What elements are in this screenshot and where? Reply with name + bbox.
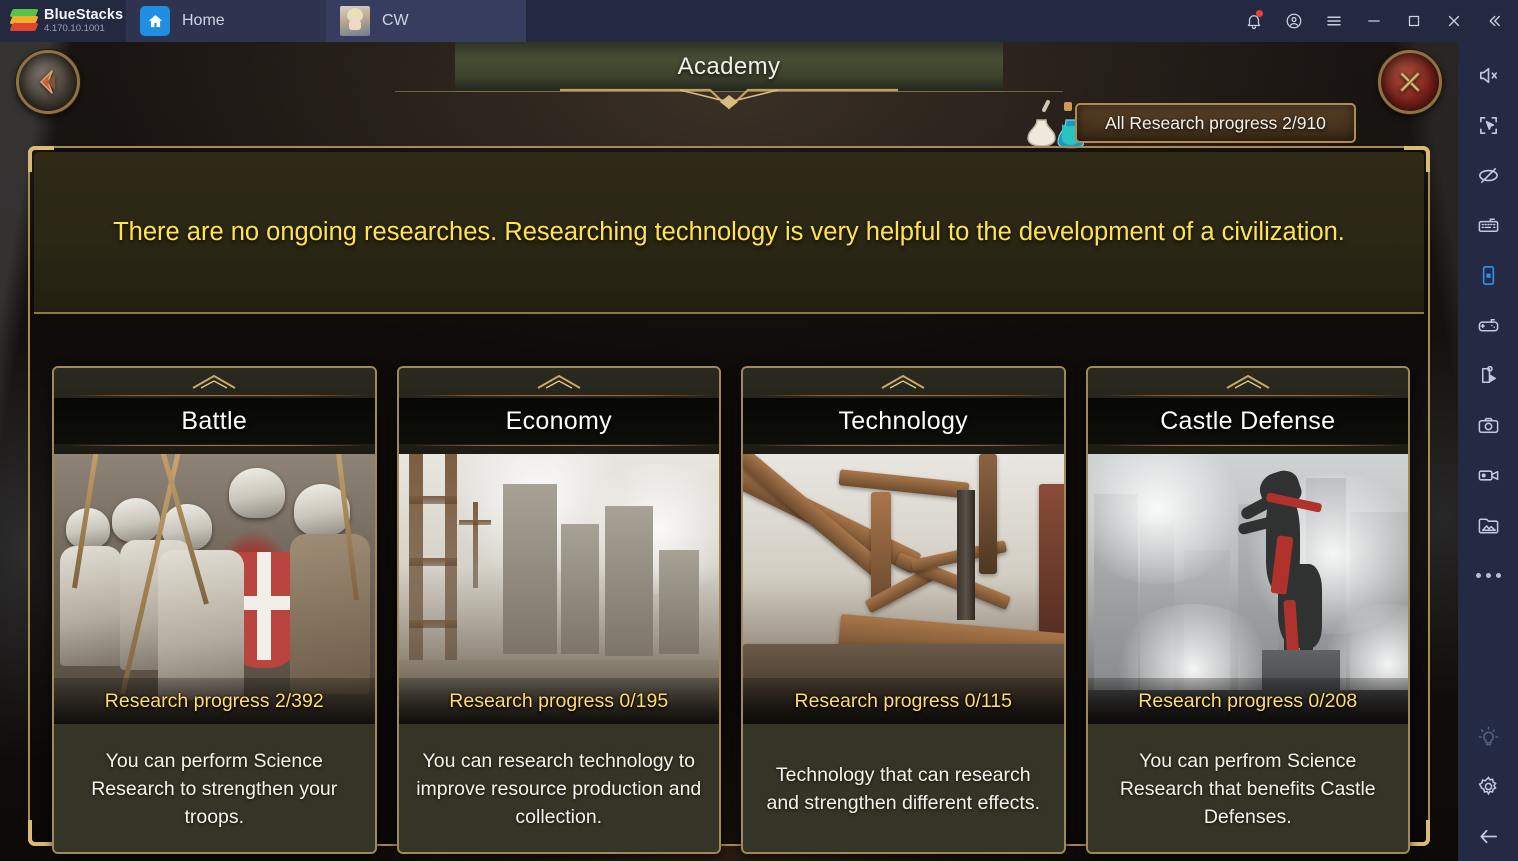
all-research-progress-chip[interactable]: All Research progress 2/910 [1075, 103, 1356, 143]
menu-button[interactable] [1314, 0, 1354, 42]
card-rule-top [68, 395, 368, 396]
card-economy-description: You can research technology to improve r… [398, 724, 719, 852]
card-technology-description: Technology that can research and strengt… [743, 724, 1064, 852]
brand-version: 4.170.10.1001 [44, 22, 105, 34]
titlebar-spacer [526, 0, 1234, 42]
academy-panel: There are no ongoing researches. Researc… [28, 146, 1430, 854]
card-economy[interactable]: Economy Research progress 0/195 You can … [396, 366, 721, 854]
rotate-phone-icon[interactable] [1458, 250, 1518, 300]
card-technology-art: Research progress 0/115 [743, 454, 1064, 724]
card-economy-title: Economy [398, 398, 719, 444]
corner-ornament-bl [28, 820, 54, 846]
tab-cw-label: CW [382, 12, 409, 29]
card-battle-progress-label: Research progress 2/392 [104, 689, 324, 712]
card-rule-top [757, 395, 1057, 396]
research-category-list: Battle Research progress 2/392 You can p… [52, 366, 1410, 858]
card-castle-defense-progress-label: Research progress 0/208 [1138, 689, 1358, 712]
card-economy-progress: Research progress 0/195 [398, 678, 719, 724]
close-x-icon [1399, 71, 1421, 93]
card-rule-bottom [1101, 445, 1402, 446]
card-battle-header: Battle [54, 368, 375, 454]
card-technology[interactable]: Technology Research progress 0/115 Techn… [741, 366, 1066, 854]
card-rule-bottom [68, 445, 368, 446]
card-battle-description: You can perform Science Research to stre… [54, 724, 375, 852]
gamepad-icon[interactable] [1458, 300, 1518, 350]
card-battle-title: Battle [54, 398, 375, 444]
back-arrow-gem-icon [39, 70, 56, 94]
card-rule-bottom [757, 445, 1057, 446]
account-button[interactable] [1274, 0, 1314, 42]
no-research-notice: There are no ongoing researches. Researc… [34, 152, 1424, 314]
card-castle-defense-art: Research progress 0/208 [1087, 454, 1408, 724]
card-ornament-icon [537, 374, 581, 389]
card-ornament-icon [1226, 374, 1270, 389]
card-battle-progress: Research progress 2/392 [54, 678, 375, 724]
home-icon [140, 6, 170, 36]
card-battle-art: Research progress 2/392 [54, 454, 375, 724]
card-castle-defense-header: Castle Defense [1087, 368, 1408, 454]
all-research-progress-label: All Research progress 2/910 [1105, 112, 1326, 133]
tab-home-label: Home [182, 12, 225, 29]
card-economy-art: Research progress 0/195 [398, 454, 719, 724]
titlebar: BlueStacks 4.170.10.1001 Home CW [0, 0, 1518, 42]
minimize-button[interactable] [1354, 0, 1394, 42]
card-technology-title: Technology [743, 398, 1064, 444]
close-button[interactable] [1434, 0, 1474, 42]
maximize-button[interactable] [1394, 0, 1434, 42]
card-ornament-icon [192, 374, 236, 389]
card-castle-defense-progress: Research progress 0/208 [1087, 678, 1408, 724]
bluestacks-logo-icon [9, 9, 39, 33]
card-rule-top [1101, 395, 1402, 396]
bluestacks-window: BlueStacks 4.170.10.1001 Home CW Academy… [0, 0, 1518, 861]
card-battle[interactable]: Battle Research progress 2/392 You can p… [52, 366, 377, 854]
notifications-button[interactable] [1234, 0, 1274, 42]
card-ornament-icon [881, 374, 925, 389]
brand-name: BlueStacks [44, 6, 124, 23]
page-title: Academy [677, 53, 781, 80]
card-technology-progress: Research progress 0/115 [743, 678, 1064, 724]
more-options-icon[interactable] [1458, 550, 1518, 600]
back-button[interactable] [16, 50, 80, 114]
collapse-toolbar-button[interactable] [1474, 0, 1514, 42]
titlebar-buttons [1234, 0, 1518, 42]
bluestacks-sidebar [1458, 0, 1518, 861]
card-rule-bottom [412, 445, 713, 446]
card-economy-progress-label: Research progress 0/195 [449, 689, 669, 712]
tab-home[interactable]: Home [126, 0, 326, 42]
app-avatar [340, 6, 370, 36]
macro-script-icon[interactable] [1458, 350, 1518, 400]
notification-badge [1256, 10, 1263, 17]
eye-off-icon[interactable] [1458, 150, 1518, 200]
settings-gear-icon[interactable] [1458, 761, 1518, 811]
card-technology-header: Technology [743, 368, 1064, 454]
card-economy-header: Economy [398, 368, 719, 454]
game-viewport: Academy All Research progress 2/910 Ther… [0, 42, 1458, 861]
bluestacks-brand: BlueStacks 4.170.10.1001 [0, 0, 126, 42]
card-castle-defense-title: Castle Defense [1087, 398, 1408, 444]
screen-record-icon[interactable] [1458, 450, 1518, 500]
academy-header: Academy All Research progress 2/910 [0, 42, 1458, 149]
card-technology-progress-label: Research progress 0/115 [794, 689, 1012, 712]
multi-instance-icon[interactable] [1458, 100, 1518, 150]
media-manager-icon[interactable] [1458, 500, 1518, 550]
notice-text: There are no ongoing researches. Researc… [113, 217, 1345, 246]
card-rule-top [412, 395, 713, 396]
mute-icon[interactable] [1458, 50, 1518, 100]
keyboard-controls-icon[interactable] [1458, 200, 1518, 250]
tab-cw[interactable]: CW [326, 0, 526, 42]
back-arrow-icon[interactable] [1458, 811, 1518, 861]
banner-ornament-icon [560, 88, 898, 110]
card-castle-defense[interactable]: Castle Defense Research progress 0/208 Y… [1085, 366, 1410, 854]
brightness-icon[interactable] [1458, 711, 1518, 761]
close-academy-button[interactable] [1378, 50, 1442, 114]
more-dots [1475, 572, 1501, 578]
card-castle-defense-description: You can perfrom Science Research that be… [1087, 724, 1408, 852]
screenshot-icon[interactable] [1458, 400, 1518, 450]
